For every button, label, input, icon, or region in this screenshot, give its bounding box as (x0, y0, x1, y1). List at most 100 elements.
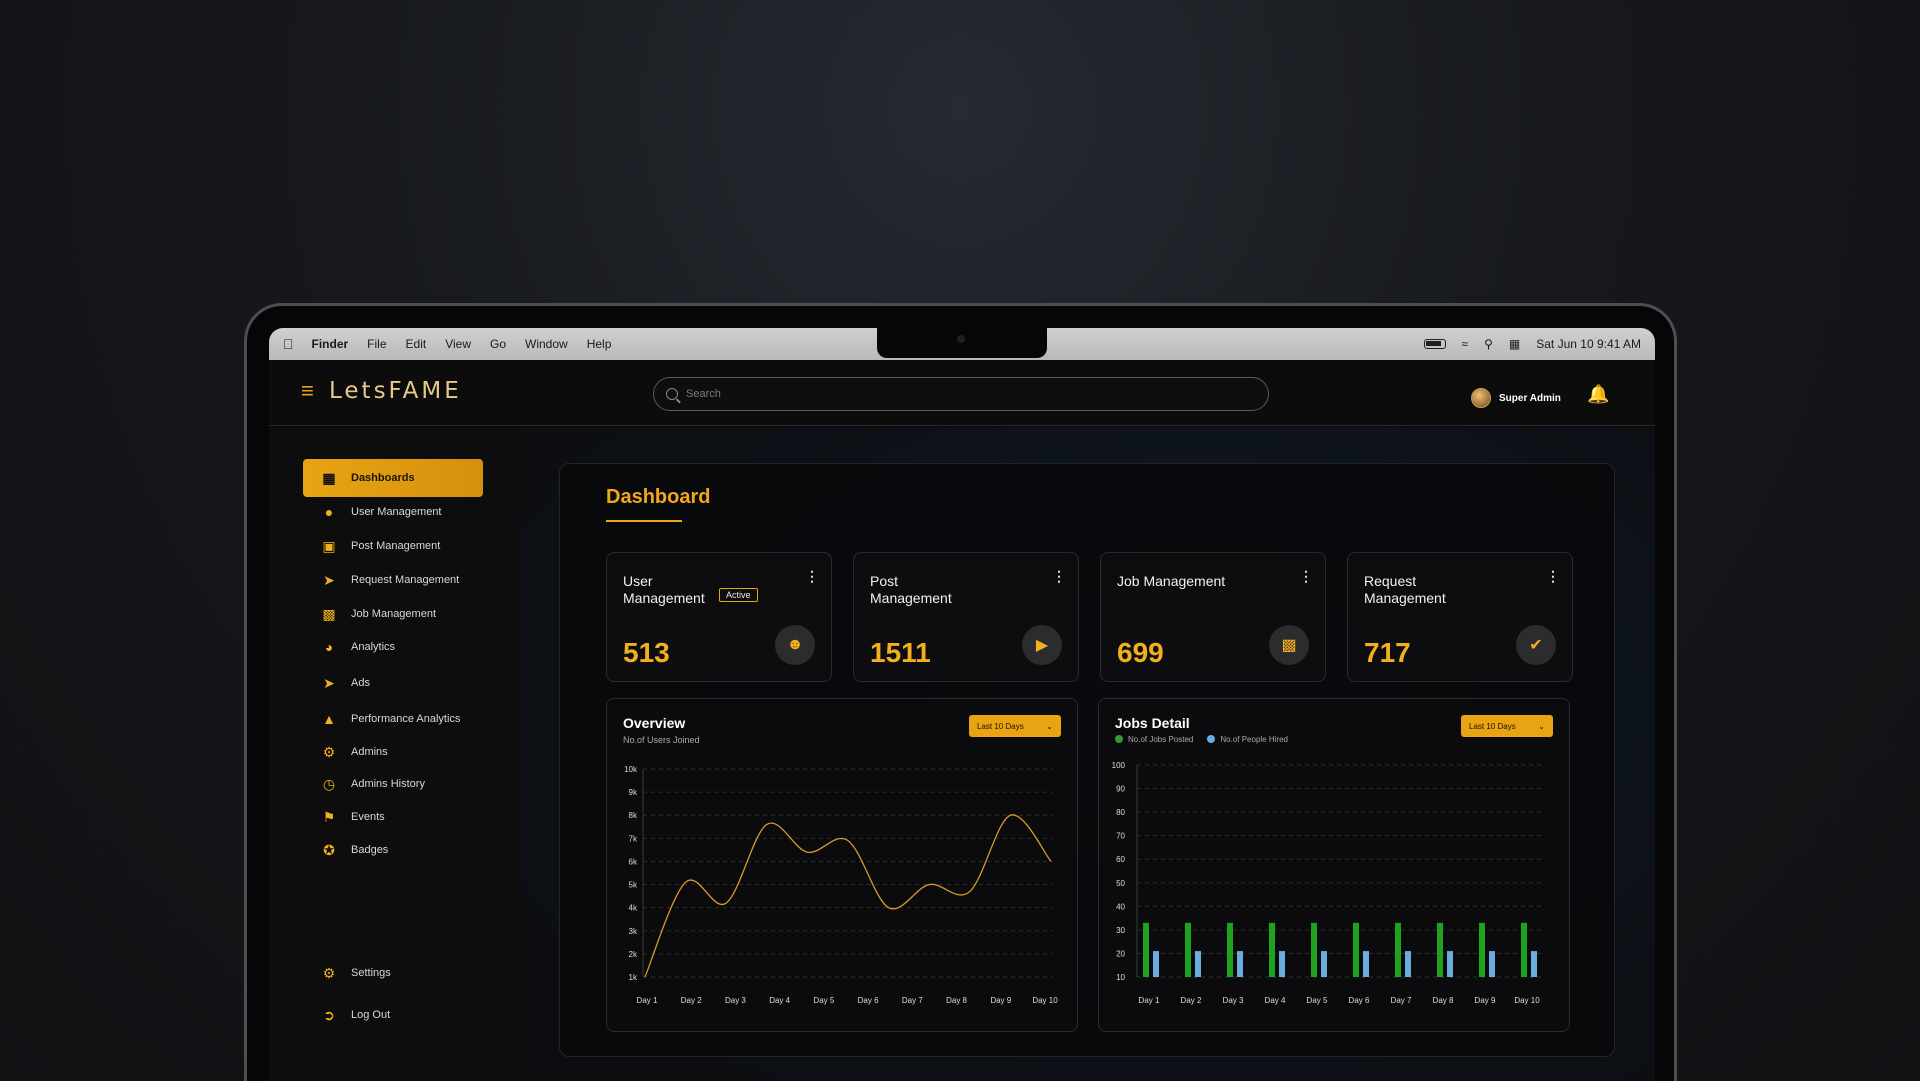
sidebar-item-dashboards[interactable]: ▦ Dashboards (303, 459, 483, 497)
sidebar-item-label: Ads (351, 677, 370, 689)
sidebar-item-label: Performance Analytics (351, 713, 461, 725)
search-input[interactable] (686, 388, 1246, 400)
brand-mark-icon: ≡ (301, 378, 314, 403)
sidebar-item-label: Post Management (351, 540, 441, 552)
menu-go[interactable]: Go (490, 337, 506, 351)
bar-people-hired (1447, 951, 1453, 977)
card-value: 699 (1117, 637, 1164, 668)
card-value: 717 (1364, 637, 1411, 668)
dashboard-icon: ▦ (322, 470, 336, 486)
menu-file[interactable]: File (367, 337, 386, 351)
x-tick-label: Day 3 (725, 996, 746, 1005)
x-tick-label: Day 2 (1181, 996, 1202, 1005)
x-tick-label: Day 1 (1139, 996, 1160, 1005)
more-options-icon[interactable]: ⋮ (1546, 569, 1560, 583)
y-tick-label: 2k (629, 950, 638, 959)
y-tick-label: 6k (629, 857, 638, 866)
card-title: User Management (623, 573, 705, 606)
main-content: Dashboard User Management Active ⋮ 513 ☻… (519, 427, 1655, 1081)
menu-edit[interactable]: Edit (406, 337, 427, 351)
menu-finder[interactable]: Finder (312, 337, 349, 351)
bar-jobs-posted (1521, 922, 1527, 977)
control-center-icon[interactable]: ▦ (1509, 337, 1520, 351)
avatar[interactable] (1471, 388, 1491, 408)
x-tick-label: Day 7 (1391, 996, 1412, 1005)
y-tick-label: 10k (624, 765, 638, 774)
menu-help[interactable]: Help (587, 337, 612, 351)
brand-name: LetsFAME (329, 378, 462, 404)
bar-jobs-posted (1479, 922, 1485, 977)
bar-people-hired (1195, 951, 1201, 977)
x-tick-label: Day 4 (1265, 996, 1286, 1005)
notification-bell-icon[interactable]: 🔔 (1587, 384, 1609, 405)
more-options-icon[interactable]: ⋮ (805, 569, 819, 583)
bar-jobs-posted (1437, 922, 1443, 977)
bar-people-hired (1531, 951, 1537, 977)
sidebar-item-settings[interactable]: ⚙ Settings (303, 954, 483, 992)
y-tick-label: 5k (629, 881, 638, 890)
battery-icon[interactable] (1423, 339, 1446, 349)
y-tick-label: 100 (1112, 761, 1126, 770)
y-tick-label: 10 (1116, 973, 1125, 982)
y-tick-label: 7k (629, 834, 638, 843)
dashboard-panel: Dashboard User Management Active ⋮ 513 ☻… (559, 463, 1615, 1057)
x-tick-label: Day 9 (1475, 996, 1496, 1005)
sidebar-item-ads[interactable]: ➤ Ads (303, 664, 483, 702)
sidebar-item-request-management[interactable]: ➤ Request Management (303, 561, 483, 599)
x-tick-label: Day 10 (1032, 996, 1058, 1005)
stat-card-request-management[interactable]: Request Management ⋮ 717 ✔ (1347, 552, 1573, 682)
pie-chart-icon: ◕ (324, 639, 334, 655)
y-tick-label: 70 (1116, 832, 1125, 841)
menu-view[interactable]: View (445, 337, 471, 351)
bar-people-hired (1405, 951, 1411, 977)
overview-line-chart: 1k 2k 3k 4k 5k 6k 7k 8k 9k 10k Day 1 Day 2 Day 3 Day … (624, 765, 1058, 1005)
menubar-clock[interactable]: Sat Jun 10 9:41 AM (1536, 337, 1641, 351)
sidebar-item-analytics[interactable]: ◕ Analytics (303, 628, 483, 666)
stat-card-post-management[interactable]: Post Management ⋮ 1511 ▶ (853, 552, 1079, 682)
x-tick-label: Day 2 (681, 996, 702, 1005)
overview-chart-card: Overview No.of Users Joined Last 10 Days… (606, 698, 1078, 1032)
users-icon: ● (324, 504, 334, 520)
bar-jobs-posted (1227, 922, 1233, 977)
jobs-detail-chart-card: Jobs Detail No.of Jobs Posted No.of Peop… (1098, 698, 1570, 1032)
briefcase-icon: ▩ (322, 606, 336, 622)
video-gear-icon: ▶ (1022, 625, 1062, 665)
card-title: Job Management (1117, 573, 1226, 589)
card-title: Request Management (1364, 573, 1446, 606)
search-bar[interactable] (653, 377, 1269, 411)
sidebar-item-logout[interactable]: ➲ Log Out (303, 996, 483, 1034)
spotlight-search-icon[interactable]: ⚲ (1484, 337, 1493, 351)
admins-icon: ⚙ (322, 744, 336, 760)
sidebar-item-badges[interactable]: ✪ Badges (303, 831, 483, 869)
y-tick-label: 30 (1116, 926, 1125, 935)
bar-people-hired (1153, 951, 1159, 977)
bar-people-hired (1489, 951, 1495, 977)
bar-jobs-posted (1395, 922, 1401, 977)
user-gear-icon: ☻ (775, 625, 815, 665)
badge-icon: ✪ (323, 842, 335, 858)
sidebar-item-user-management[interactable]: ● User Management (303, 493, 483, 531)
stat-card-user-management[interactable]: User Management Active ⋮ 513 ☻ (606, 552, 832, 682)
bar-people-hired (1321, 951, 1327, 977)
wifi-icon[interactable]: ≈ (1462, 337, 1469, 351)
performance-icon: ▲ (322, 711, 336, 727)
x-tick-label: Day 8 (1433, 996, 1454, 1005)
y-tick-label: 50 (1116, 879, 1125, 888)
x-tick-label: Day 4 (769, 996, 790, 1005)
user-menu[interactable]: Super Admin (1471, 388, 1561, 408)
more-options-icon[interactable]: ⋮ (1299, 569, 1313, 583)
x-tick-label: Day 9 (990, 996, 1011, 1005)
more-options-icon[interactable]: ⋮ (1052, 569, 1066, 583)
brand-logo[interactable]: ≡ LetsFAME (301, 378, 462, 404)
stat-card-job-management[interactable]: Job Management ⋮ 699 ▩ (1100, 552, 1326, 682)
apple-icon[interactable]:  (283, 336, 294, 352)
sidebar-item-post-management[interactable]: ▣ Post Management (303, 527, 483, 565)
admin-history-icon: ◷ (322, 776, 336, 792)
bar-jobs-posted (1353, 922, 1359, 977)
menu-window[interactable]: Window (525, 337, 568, 351)
x-tick-label: Day 5 (813, 996, 834, 1005)
card-value: 1511 (870, 637, 931, 668)
title-underline (606, 520, 682, 522)
bar-jobs-posted (1269, 922, 1275, 977)
users-joined-line (644, 814, 1052, 978)
